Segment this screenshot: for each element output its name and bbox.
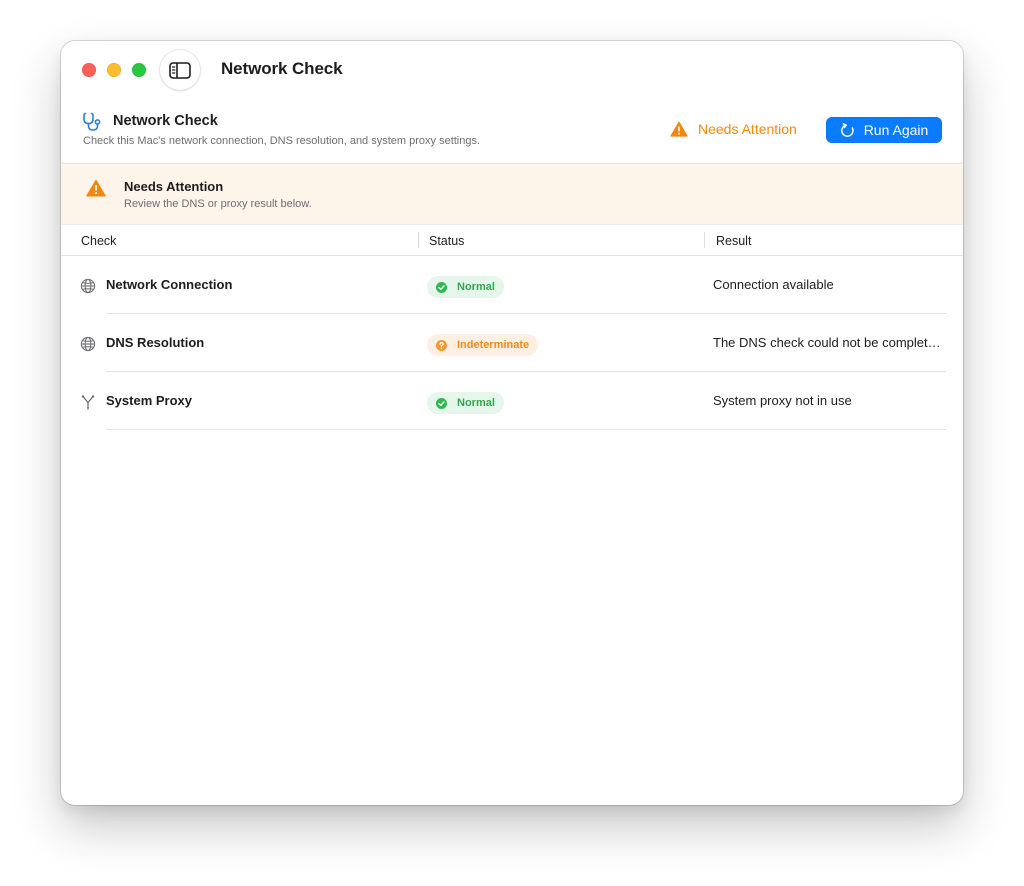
- table-row[interactable]: System Proxy Normal System proxy not in …: [61, 372, 963, 430]
- sidebar-toggle-button[interactable]: [160, 50, 200, 90]
- table-header: Check Status Result: [61, 225, 963, 256]
- check-list: Network Connection Normal Connection ava…: [61, 256, 963, 430]
- row-divider: [106, 429, 946, 430]
- warning-icon: [670, 121, 688, 137]
- check-name: DNS Resolution: [106, 335, 205, 350]
- checkmark-circle-icon: [436, 397, 447, 409]
- table-row[interactable]: Network Connection Normal Connection ava…: [61, 256, 963, 314]
- run-again-button[interactable]: Run Again: [826, 117, 942, 143]
- status-badge: Normal: [427, 392, 504, 414]
- status-badge-label: Indeterminate: [457, 339, 530, 351]
- check-name: Network Connection: [106, 277, 233, 292]
- close-window-button[interactable]: [82, 63, 96, 77]
- status-badge-label: Normal: [457, 281, 495, 293]
- network-check-window: Network Check Network Check Check this M…: [61, 41, 963, 805]
- refresh-icon: [840, 122, 854, 137]
- page-subtitle: Check this Mac's network connection, DNS…: [83, 135, 481, 147]
- table-row[interactable]: DNS Resolution Indeterminate The DNS che…: [61, 314, 963, 372]
- column-separator: [418, 232, 419, 248]
- column-header-check[interactable]: Check: [81, 234, 116, 248]
- check-result: Connection available: [713, 277, 834, 292]
- zoom-window-button[interactable]: [132, 63, 146, 77]
- run-again-label: Run Again: [863, 122, 929, 138]
- status-badge: Indeterminate: [427, 334, 539, 356]
- banner-title: Needs Attention: [124, 179, 224, 194]
- globe-icon: [80, 278, 96, 294]
- question-circle-icon: [436, 339, 447, 351]
- check-result: The DNS check could not be completed.: [713, 335, 943, 350]
- window-title: Network Check: [221, 59, 343, 78]
- column-separator: [704, 232, 705, 248]
- column-header-result[interactable]: Result: [716, 234, 751, 248]
- warning-icon: [86, 179, 106, 197]
- branch-icon: [81, 395, 95, 410]
- page-header: Network Check Check this Mac's network c…: [61, 99, 963, 164]
- column-header-status[interactable]: Status: [429, 234, 464, 248]
- status-badge: Normal: [427, 276, 504, 298]
- checkmark-circle-icon: [436, 281, 447, 293]
- status-badge-label: Normal: [457, 397, 495, 409]
- title-bar: Network Check: [61, 41, 963, 99]
- check-result: System proxy not in use: [713, 393, 852, 408]
- overall-status: Needs Attention: [670, 121, 797, 137]
- check-name: System Proxy: [106, 393, 192, 408]
- sidebar-icon: [169, 61, 191, 79]
- minimize-window-button[interactable]: [107, 63, 121, 77]
- page-title: Network Check: [113, 113, 218, 129]
- attention-banner: Needs Attention Review the DNS or proxy …: [61, 164, 963, 225]
- stethoscope-icon: [83, 112, 101, 131]
- overall-status-label: Needs Attention: [698, 121, 797, 137]
- globe-icon: [80, 336, 96, 352]
- banner-subtitle: Review the DNS or proxy result below.: [124, 198, 312, 210]
